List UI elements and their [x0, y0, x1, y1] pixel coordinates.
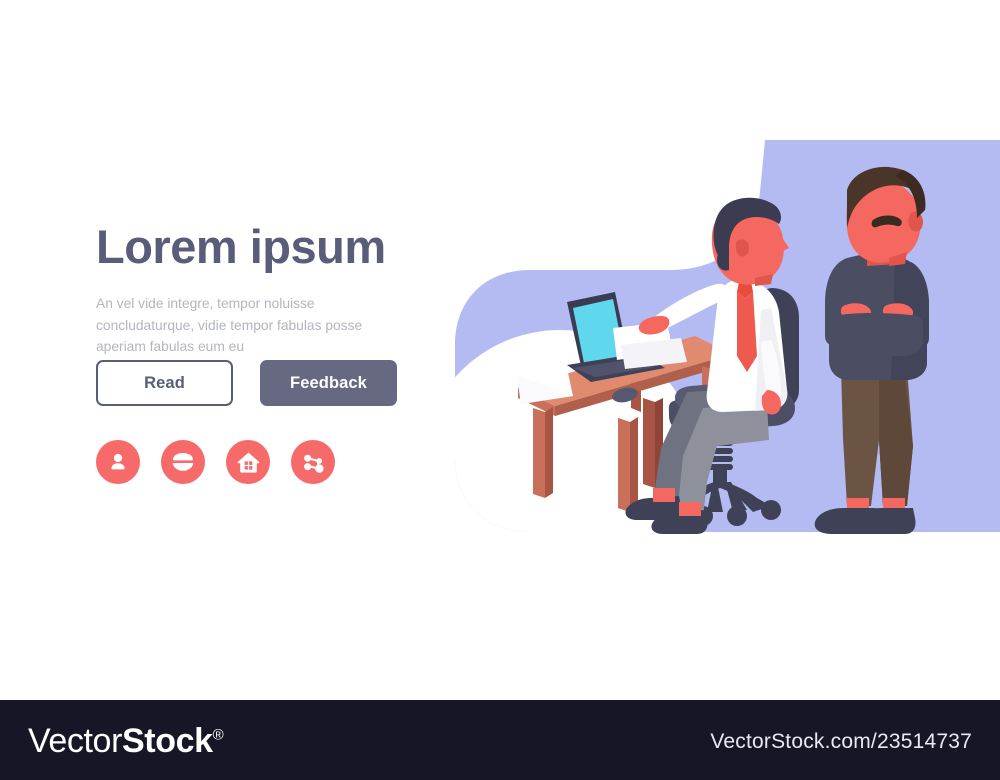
hero-text-column: Lorem ipsum An vel vide integre, tempor …: [96, 220, 436, 484]
feedback-button[interactable]: Feedback: [260, 360, 397, 406]
read-button[interactable]: Read: [96, 360, 233, 406]
share-icon-button[interactable]: [291, 440, 335, 484]
footer-bar: VectorStock® VectorStock.com/23514737: [0, 700, 1000, 780]
home-icon-button[interactable]: [226, 440, 270, 484]
footer-url: VectorStock.com/23514737: [710, 730, 972, 753]
page-title: Lorem ipsum: [96, 220, 386, 273]
lens-icon: [170, 449, 196, 475]
button-row: Read Feedback: [96, 360, 397, 406]
banner-canvas: Lorem ipsum An vel vide integre, tempor …: [0, 0, 1000, 700]
home-icon: [236, 450, 261, 475]
registered-mark: ®: [212, 726, 224, 744]
social-icon-row: [96, 440, 356, 484]
vectorstock-logo: VectorStock®: [28, 722, 224, 761]
illustration: [455, 140, 1000, 540]
share-icon: [301, 450, 326, 475]
lens-icon-button[interactable]: [161, 440, 205, 484]
brand-bold: Stock: [122, 722, 213, 760]
page-subtitle: An vel vide integre, tempor noluisse con…: [96, 296, 363, 355]
user-icon: [106, 450, 130, 474]
user-icon-button[interactable]: [96, 440, 140, 484]
brand-thin: Vector: [28, 722, 122, 760]
